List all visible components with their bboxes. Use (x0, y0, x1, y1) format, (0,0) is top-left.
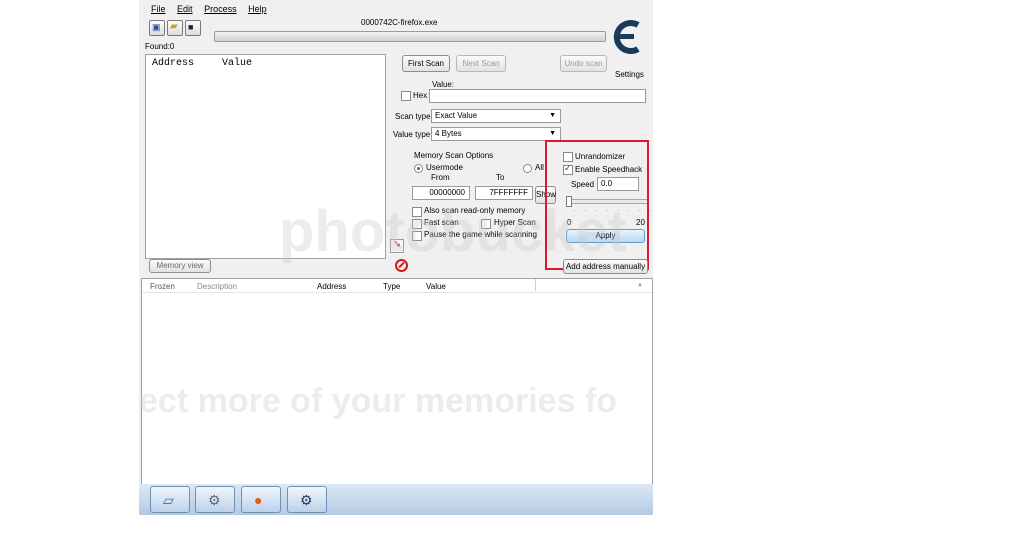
scan-type-value: Exact Value (435, 111, 478, 120)
taskbar-item-cheat-engine[interactable]: ⚙ (287, 486, 327, 513)
menu-file[interactable]: File (151, 4, 166, 14)
column-divider (535, 279, 536, 291)
column-address[interactable]: Address (152, 58, 194, 69)
hyper-scan-label: Hyper Scan (494, 218, 536, 227)
fast-scan-label: Fast scan (424, 218, 459, 227)
cheat-engine-logo[interactable] (611, 17, 645, 57)
usermode-radio[interactable] (414, 164, 423, 173)
header-divider (142, 292, 652, 293)
value-type-select[interactable]: 4 Bytes ▼ (431, 127, 561, 141)
add-address-manually-button[interactable]: Add address manually (563, 259, 648, 274)
process-title: 0000742C-firefox.exe (361, 18, 438, 27)
cheat-engine-icon: ⚙ (300, 492, 313, 508)
next-scan-button[interactable]: Next Scan (456, 55, 506, 72)
column-type[interactable]: Type (383, 282, 400, 291)
taskbar-item-computer[interactable]: ⚙ (195, 486, 235, 513)
address-table[interactable]: Frozen Description Address Type Value ▲ (141, 278, 653, 487)
to-label: To (496, 173, 505, 182)
open-file-button[interactable]: ▰ (167, 20, 183, 36)
highlight-box (545, 140, 649, 270)
scroll-up-arrow-icon[interactable]: ▲ (637, 282, 643, 288)
value-input[interactable] (429, 89, 646, 103)
column-address[interactable]: Address (317, 282, 346, 291)
show-desktop-icon: ▱ (163, 492, 174, 508)
scan-type-select[interactable]: Exact Value ▼ (431, 109, 561, 123)
red-arrow-icon: ➘ (393, 239, 402, 250)
first-scan-button[interactable]: First Scan (402, 55, 450, 72)
scan-type-label: Scan type (395, 112, 431, 121)
fast-scan-checkbox[interactable] (412, 219, 422, 229)
column-frozen[interactable]: Frozen (150, 282, 175, 291)
column-value[interactable]: Value (222, 58, 252, 69)
to-address-input[interactable]: 7FFFFFFF (475, 186, 533, 200)
chevron-down-icon: ▼ (549, 112, 556, 119)
no-entry-icon (398, 261, 405, 269)
taskbar-item-desktop[interactable]: ▱ (150, 486, 190, 513)
read-only-memory-label: Also scan read-only memory (424, 206, 526, 215)
memory-scan-options-title: Memory Scan Options (414, 151, 494, 160)
firefox-icon: ● (254, 492, 263, 508)
hex-checkbox[interactable] (401, 91, 411, 101)
found-count: Found:0 (145, 42, 175, 51)
floppy-disk-icon: ■ (188, 22, 194, 32)
from-address-value: 00000000 (429, 188, 465, 197)
column-value[interactable]: Value (426, 282, 446, 291)
pause-game-label: Pause the game while scanning (424, 230, 537, 239)
usermode-label: Usermode (426, 163, 463, 172)
value-label: Value: (432, 80, 455, 89)
results-list[interactable]: Address Value (145, 54, 386, 259)
menu-edit[interactable]: Edit (177, 4, 193, 14)
menu-process[interactable]: Process (204, 4, 237, 14)
scan-progress-bar (214, 31, 606, 42)
from-label: From (431, 173, 450, 182)
to-address-value: 7FFFFFFF (489, 188, 528, 197)
hyper-scan-checkbox[interactable] (481, 219, 491, 229)
taskbar-item-firefox[interactable]: ● (241, 486, 281, 513)
all-radio[interactable] (523, 164, 532, 173)
save-button[interactable]: ■ (185, 20, 201, 36)
chevron-down-icon: ▼ (549, 130, 556, 137)
hex-label: Hex (413, 91, 428, 100)
column-description[interactable]: Description (197, 282, 237, 291)
menu-bar: File Edit Process Help (151, 4, 276, 14)
cheat-engine-window: File Edit Process Help ▣ ▰ ■ 0000742C-fi… (139, 0, 653, 515)
computer-icon: ⚙ (208, 492, 221, 508)
pause-game-checkbox[interactable] (412, 231, 422, 241)
value-type-label: Value type (393, 130, 431, 139)
settings-label[interactable]: Settings (615, 70, 644, 79)
computer-icon: ▣ (152, 22, 161, 32)
value-type-value: 4 Bytes (435, 129, 462, 138)
undo-scan-button[interactable]: Undo scan (560, 55, 607, 72)
memory-view-button[interactable]: Memory view (149, 259, 211, 273)
clear-list-button[interactable] (395, 259, 408, 272)
menu-help[interactable]: Help (248, 4, 267, 14)
all-label: All (535, 163, 544, 172)
read-only-memory-checkbox[interactable] (412, 207, 422, 217)
open-process-button[interactable]: ▣ (149, 20, 165, 36)
folder-icon: ▰ (170, 21, 178, 32)
from-address-input[interactable]: 00000000 (412, 186, 470, 200)
add-to-list-button[interactable]: ➘ (390, 239, 404, 253)
